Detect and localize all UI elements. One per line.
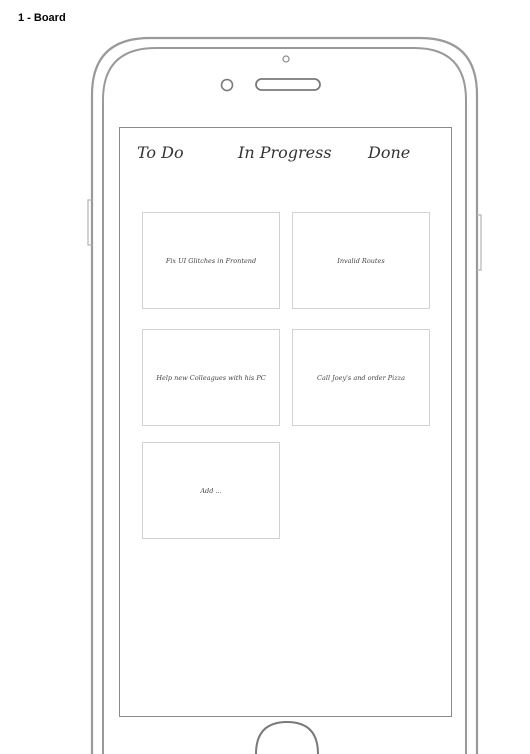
task-card[interactable]: Call Joey's and order Pizza	[292, 329, 430, 426]
task-card-text: Help new Colleagues with his PC	[156, 373, 266, 382]
tab-to-do[interactable]: To Do	[137, 143, 184, 162]
add-card-label: Add ...	[200, 486, 222, 495]
tab-done[interactable]: Done	[368, 143, 410, 162]
add-card-button[interactable]: Add ...	[142, 442, 280, 539]
tab-in-progress[interactable]: In Progress	[238, 143, 332, 162]
task-card[interactable]: Help new Colleagues with his PC	[142, 329, 280, 426]
task-card-text: Call Joey's and order Pizza	[317, 373, 405, 382]
task-card-text: Invalid Routes	[337, 256, 385, 265]
task-card[interactable]: Invalid Routes	[292, 212, 430, 309]
task-card-text: Fix UI Glitches in Frontend	[165, 256, 257, 265]
task-card[interactable]: Fix UI Glitches in Frontend	[142, 212, 280, 309]
